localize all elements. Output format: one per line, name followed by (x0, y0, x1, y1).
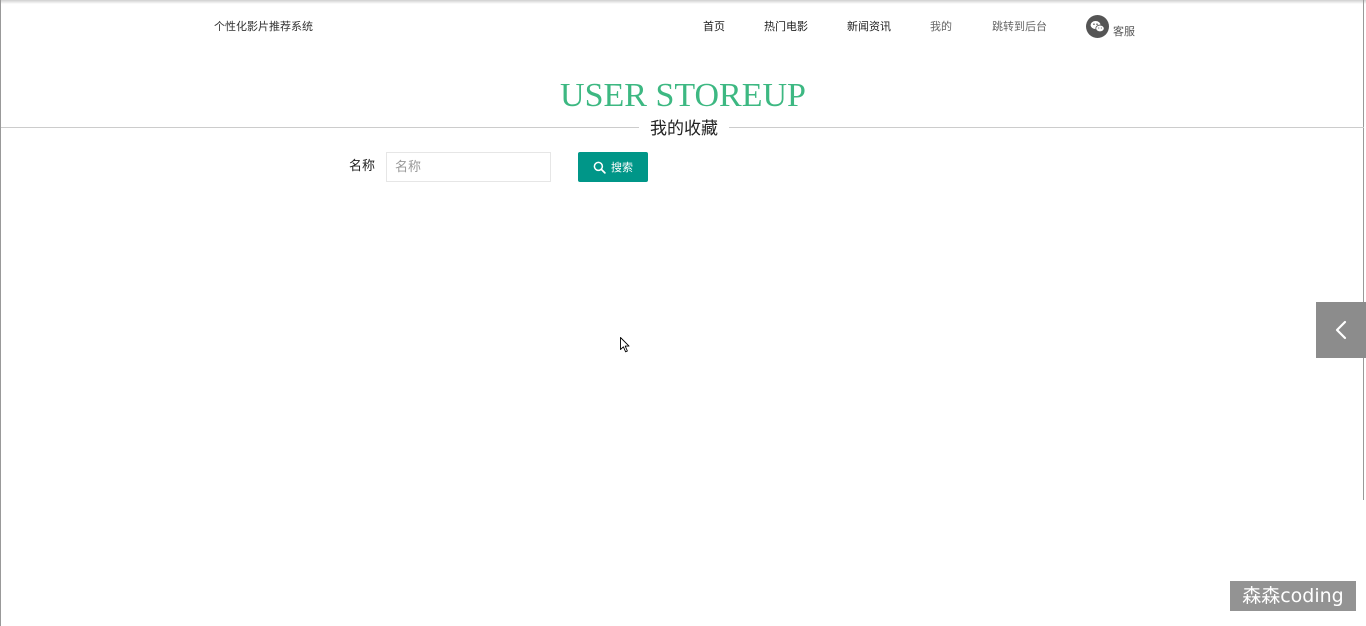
wechat-icon[interactable] (1086, 15, 1109, 38)
right-edge-block (1355, 500, 1366, 626)
page-title-en: USER STOREUP (560, 77, 806, 114)
site-title: 个性化影片推荐系统 (214, 20, 313, 33)
nav-home[interactable]: 首页 (703, 20, 725, 34)
chevron-left-icon (1335, 320, 1347, 340)
search-label: 名称 (349, 159, 376, 174)
side-toggle-button[interactable] (1316, 302, 1366, 358)
nav-news[interactable]: 新闻资讯 (847, 20, 891, 34)
search-icon (593, 161, 606, 174)
search-input[interactable] (386, 152, 551, 182)
nav-mine[interactable]: 我的 (930, 20, 952, 34)
watermark: 森森coding (1230, 581, 1356, 611)
nav-admin[interactable]: 跳转到后台 (992, 20, 1047, 34)
nav-hot-movies[interactable]: 热门电影 (764, 20, 808, 34)
search-button-label: 搜索 (611, 161, 633, 174)
page-title-zh: 我的收藏 (639, 117, 729, 141)
customer-service-link[interactable]: 客服 (1113, 25, 1135, 39)
mouse-cursor-icon (620, 337, 630, 353)
search-button[interactable]: 搜索 (578, 152, 648, 182)
